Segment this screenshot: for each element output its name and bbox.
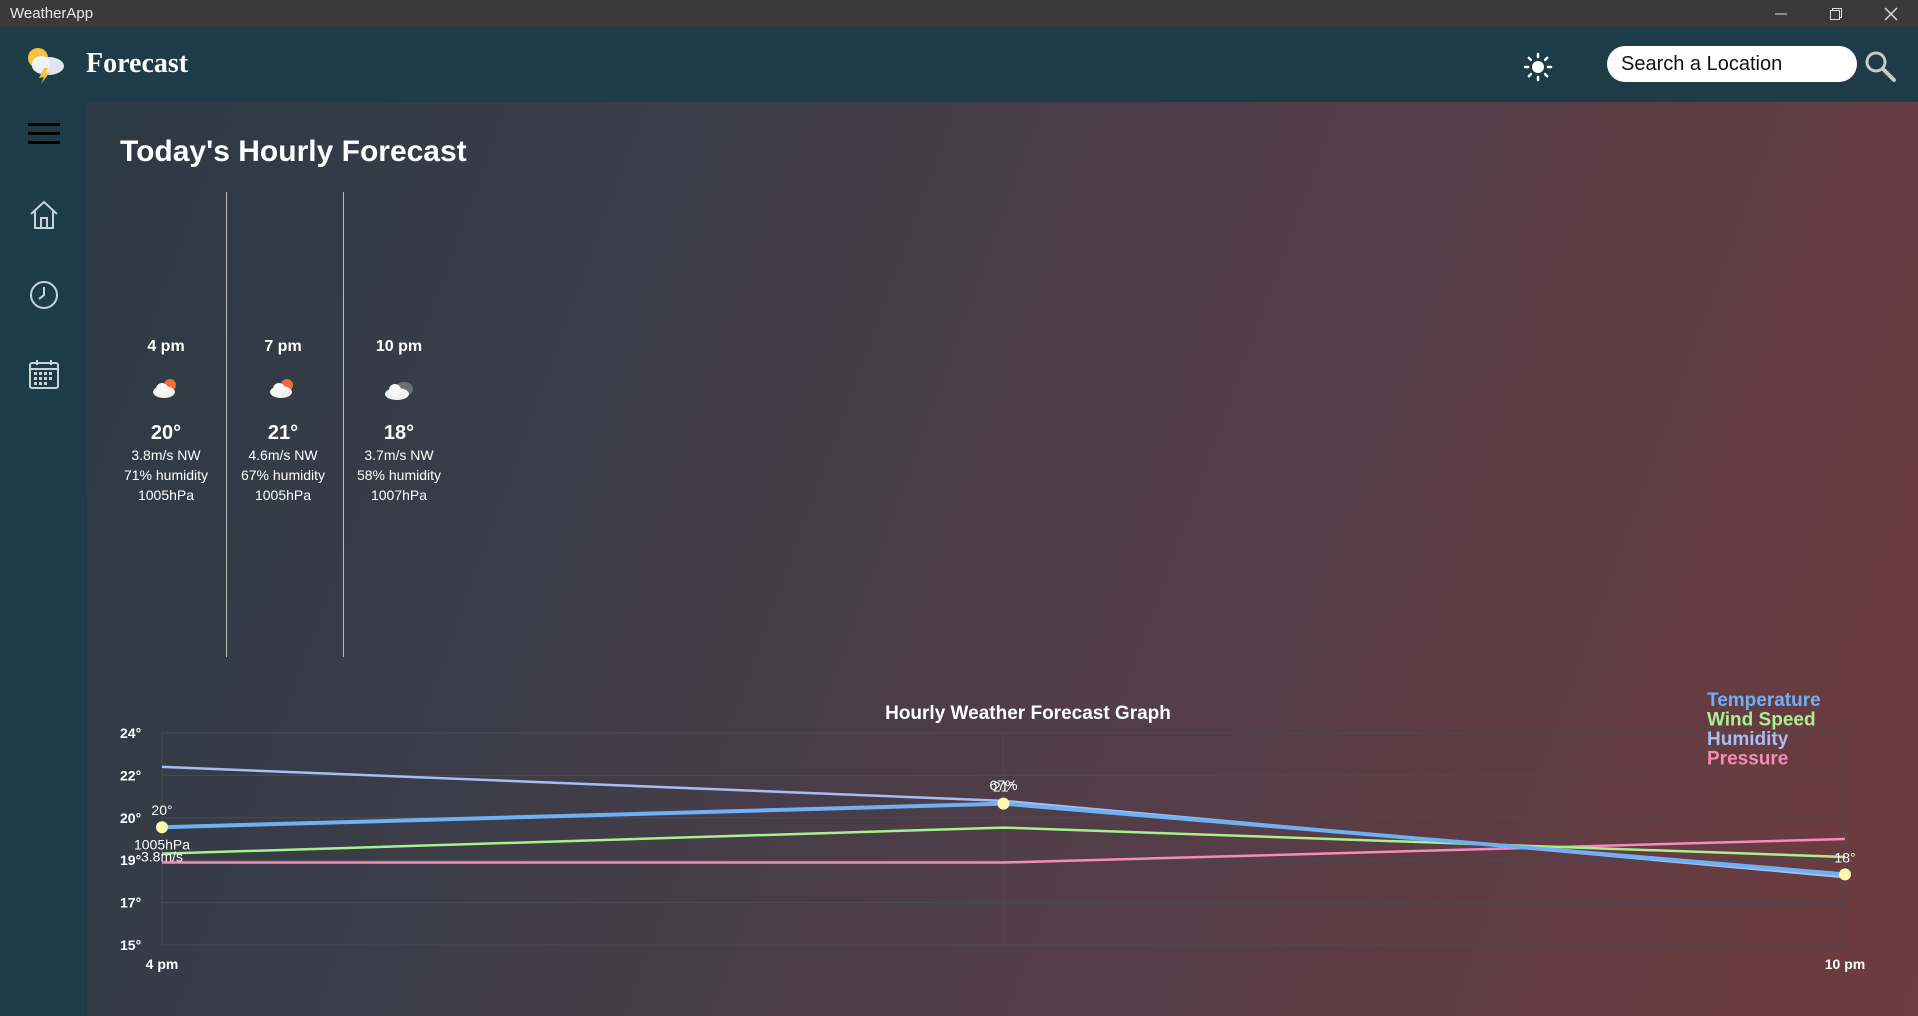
weather-storm-icon	[28, 48, 64, 84]
temperature-point[interactable]	[156, 821, 168, 834]
close-button[interactable]	[1863, 0, 1918, 27]
y-tick-label: 19°	[120, 852, 141, 868]
y-tick-label: 20°	[120, 810, 141, 826]
temperature-point[interactable]	[1839, 868, 1851, 881]
legend-item: Pressure	[1707, 749, 1788, 770]
sidebar	[0, 102, 87, 1016]
minimize-button[interactable]	[1753, 0, 1808, 27]
x-tick-label: 10 pm	[1825, 956, 1865, 972]
home-icon	[30, 200, 58, 229]
window-titlebar: WeatherApp	[0, 0, 1918, 27]
y-tick-label: 24°	[120, 725, 141, 741]
app-title: Forecast	[86, 48, 189, 79]
main-content: Today's Hourly Forecast 4 pm 20° 3.8m/s …	[87, 102, 1918, 1016]
legend-item: Humidity	[1707, 729, 1789, 750]
y-tick-label: 17°	[120, 895, 141, 911]
window-title: WeatherApp	[10, 5, 94, 22]
y-tick-label: 22°	[120, 767, 141, 783]
calendar-icon	[29, 360, 59, 389]
hourly-forecast-chart: Hourly Weather Forecast Graph 24° 22° 20° 1…	[120, 690, 1865, 972]
theme-toggle-button[interactable]	[1522, 51, 1554, 83]
search-icon	[1865, 51, 1896, 82]
sidebar-item-home[interactable]	[20, 191, 68, 239]
sidebar-menu-button[interactable]	[20, 110, 68, 158]
y-tick-label: 15°	[120, 937, 141, 953]
x-tick-label: 4 pm	[146, 956, 179, 972]
menu-icon	[28, 123, 60, 144]
temperature-point[interactable]	[997, 797, 1010, 810]
temperature-point-label: 18°	[1834, 849, 1855, 865]
search-input[interactable]	[1607, 46, 1857, 82]
sun-icon	[1523, 52, 1553, 82]
series-point-label: 1005hPa	[134, 837, 190, 853]
minimize-icon	[1774, 13, 1787, 14]
temperature-point-label: 20°	[151, 802, 172, 818]
legend-item: Wind Speed	[1707, 710, 1816, 731]
close-icon	[1884, 7, 1897, 20]
app-header: Forecast	[0, 27, 1918, 102]
restore-icon	[1829, 7, 1842, 20]
series-point-label: 67%	[989, 777, 1017, 793]
sidebar-item-hourly[interactable]	[20, 271, 68, 319]
search-button[interactable]	[1863, 49, 1897, 83]
restore-button[interactable]	[1808, 0, 1863, 27]
chart-title: Hourly Weather Forecast Graph	[885, 703, 1171, 724]
clock-icon	[30, 281, 58, 309]
legend-item: Temperature	[1707, 690, 1821, 711]
sidebar-item-daily[interactable]	[20, 350, 68, 398]
